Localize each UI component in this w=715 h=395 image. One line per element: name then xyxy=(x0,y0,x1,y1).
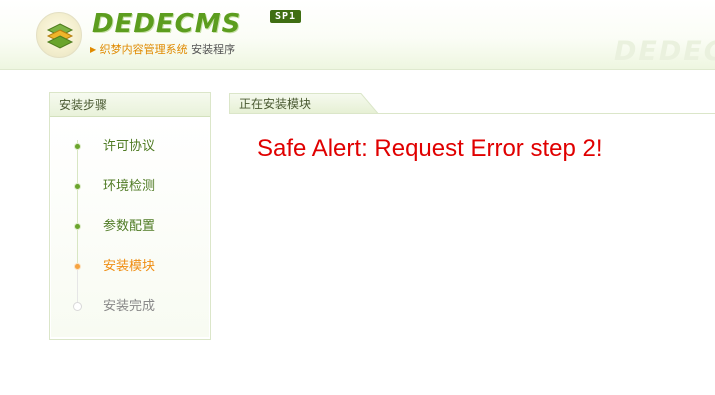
header-watermark: DEDECMS xyxy=(614,36,715,67)
error-alert-message: Safe Alert: Request Error step 2! xyxy=(257,135,603,162)
step-label: 环境检测 xyxy=(103,179,156,194)
tagline-brand: 织梦内容管理系统 xyxy=(99,43,188,56)
install-steps-panel: 安装步骤 许可协议 环境检测 参数配置 安装模块 安装完成 xyxy=(49,92,211,340)
step-label: 安装完成 xyxy=(103,299,156,314)
app-header: DEDECMS SP1 ▶ 织梦内容管理系统 安装程序 DEDECMS xyxy=(0,0,715,70)
header-tagline: ▶ 织梦内容管理系统 安装程序 xyxy=(90,43,235,57)
step-label: 参数配置 xyxy=(103,219,156,234)
step-done-dot-icon xyxy=(74,223,81,230)
step-pending-dot-icon xyxy=(73,302,82,311)
step-parameter-config: 参数配置 xyxy=(51,217,201,237)
step-done-dot-icon xyxy=(74,183,81,190)
install-steps-title: 安装步骤 xyxy=(50,93,210,117)
step-install-complete: 安装完成 xyxy=(51,297,201,317)
step-install-modules: 安装模块 xyxy=(51,257,201,277)
edition-badge: SP1 xyxy=(270,10,302,23)
product-logo-text: DEDECMS xyxy=(92,9,242,39)
step-label: 安装模块 xyxy=(103,259,156,274)
main-panel-tab: 正在安装模块 xyxy=(229,93,379,114)
step-active-dot-icon xyxy=(74,263,81,270)
install-steps-list: 许可协议 环境检测 参数配置 安装模块 安装完成 xyxy=(51,120,209,337)
main-panel-divider xyxy=(378,113,715,114)
arrow-right-icon: ▶ xyxy=(90,45,97,54)
step-license: 许可协议 xyxy=(51,137,201,157)
step-environment-check: 环境检测 xyxy=(51,177,201,197)
dedecms-logo-icon xyxy=(36,12,82,58)
step-label: 许可协议 xyxy=(103,139,156,154)
tagline-subtitle: 安装程序 xyxy=(191,43,236,56)
step-done-dot-icon xyxy=(74,143,81,150)
main-panel-title: 正在安装模块 xyxy=(239,97,312,111)
